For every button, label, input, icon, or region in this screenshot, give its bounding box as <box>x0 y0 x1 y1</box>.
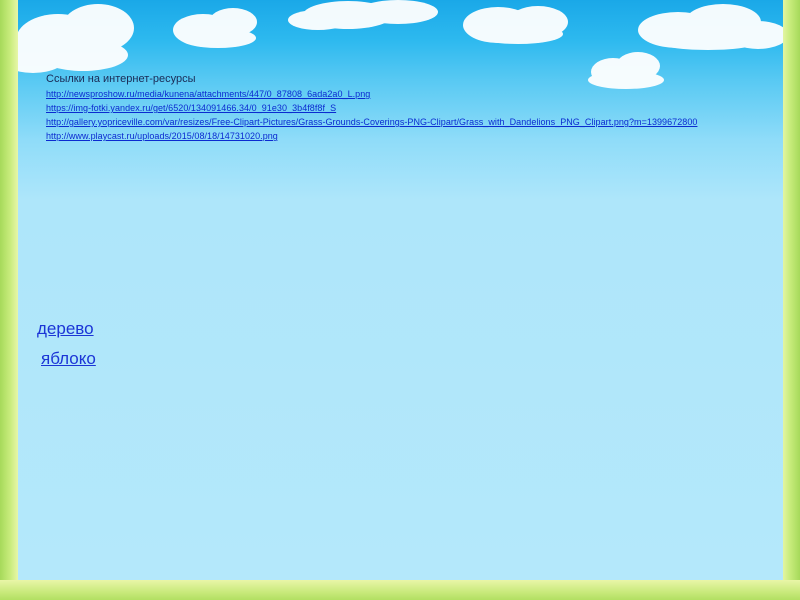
resource-link-1[interactable]: http://newsproshow.ru/media/kunena/attac… <box>46 87 781 101</box>
resource-link-4[interactable]: http://www.playcast.ru/uploads/2015/08/1… <box>46 129 781 143</box>
cloud-icon <box>638 4 783 50</box>
grass-border <box>0 580 800 600</box>
links-title: Ссылки на интернет-ресурсы <box>46 73 196 85</box>
cloud-icon <box>463 6 568 44</box>
word-link-derevo[interactable]: дерево <box>37 319 94 339</box>
slide: Ссылки на интернет-ресурсы http://newspr… <box>0 0 800 600</box>
resource-link-2[interactable]: https://img-fotki.yandex.ru/get/6520/134… <box>46 101 781 115</box>
cloud-icon <box>288 0 438 30</box>
resource-link-3[interactable]: http://gallery.yopriceville.com/var/resi… <box>46 115 781 129</box>
word-link-yabloko[interactable]: яблоко <box>41 349 96 369</box>
sky-panel: Ссылки на интернет-ресурсы http://newspr… <box>18 0 783 580</box>
cloud-icon <box>173 8 257 48</box>
links-section: Ссылки на интернет-ресурсы http://newspr… <box>46 72 781 143</box>
cloud-icon <box>18 4 134 73</box>
